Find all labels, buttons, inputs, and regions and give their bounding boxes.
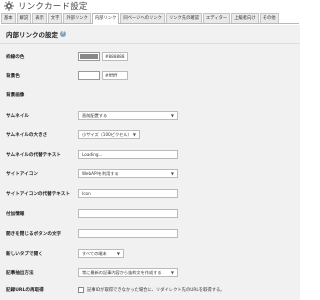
row-close-button-text: 開きを閉じるボタンの文字 [6, 229, 296, 238]
gear-icon [4, 1, 14, 11]
row-site-icon: サイトアイコン WebAPIを利用する ▼ [6, 169, 296, 178]
field-label: サムネイルの代替テキスト [6, 152, 61, 158]
row-background-image: 背景画像 [6, 92, 296, 98]
field-label: 新しいタブで開く [6, 251, 43, 257]
tab-advanced[interactable]: 上級者向け [231, 13, 259, 23]
row-thumbnail-alt-text: サムネイルの代替テキスト Loading... [6, 150, 296, 159]
divider [0, 43, 300, 44]
help-icon[interactable]: ? [60, 31, 66, 37]
tab-link-check[interactable]: リンク先の確認 [165, 13, 203, 23]
row-open-new-tab: 新しいタブで開く すべての端末 ▼ [6, 249, 296, 258]
chevron-down-icon: ▼ [116, 251, 120, 256]
row-thumbnail: サムネイル 直前配置する ▼ [6, 111, 296, 120]
border-color-swatch[interactable] [78, 52, 100, 61]
border-color-input[interactable]: #888888 [102, 52, 128, 61]
record-url-checkbox[interactable] [78, 287, 84, 293]
chevron-down-icon: ▼ [170, 270, 174, 275]
row-excerpt-method: 記事抽出方法 常に最新の記事内容から抜粋文を作成する ▼ [6, 268, 296, 277]
background-color-input[interactable]: #ffffff [102, 71, 128, 80]
field-label: 記事抽出方法 [6, 270, 34, 276]
field-label: 記録URLの再取得 [6, 288, 44, 293]
row-record-url: 記録URLの再取得 記事IDが取得できなかった場合に、リダイレクト先のURLを取… [6, 287, 296, 293]
site-icon-alt-text-input[interactable]: Icon [78, 189, 178, 198]
row-site-icon-alt-text: サイトアイコンの代替テキスト Icon [6, 189, 296, 198]
field-label: サムネイル [6, 113, 29, 119]
title-bar: リンクカード設定 [0, 0, 300, 12]
field-label: 枠線の色 [6, 54, 25, 60]
field-label: サイトアイコンの代替テキスト [6, 191, 70, 197]
tab-external-link[interactable]: 外部リンク [63, 13, 91, 23]
site-icon-select[interactable]: WebAPIを利用する ▼ [78, 169, 178, 178]
field-label: 背景画像 [6, 93, 25, 98]
excerpt-method-select[interactable]: 常に最新の記事内容から抜粋文を作成する ▼ [78, 268, 178, 277]
chevron-down-icon: ▼ [170, 113, 174, 118]
tab-text[interactable]: 文字 [47, 13, 63, 23]
row-thumbnail-size: サムネイルの大きさ 小サイズ（100ピクセル） ▼ [6, 130, 296, 139]
tab-other[interactable]: その他 [259, 13, 279, 23]
row-attached-info: 付加情報 [6, 209, 296, 218]
tab-same-page-link[interactable]: 同ページへのリンク [120, 13, 165, 23]
settings-panel: 内部リンクの設定 ? 枠線の色 #888888 背景色 #ffffff 背景画像… [0, 25, 300, 300]
section-title: 内部リンクの設定 ? [6, 31, 66, 39]
settings-tabs: 基本 解説 表示 文字 外部リンク 内部リンク 同ページへのリンク リンク先の確… [1, 13, 299, 24]
row-border-color: 枠線の色 #888888 [6, 52, 296, 61]
thumbnail-select[interactable]: 直前配置する ▼ [78, 111, 178, 120]
chevron-down-icon: ▼ [132, 132, 136, 137]
row-background-color: 背景色 #ffffff [6, 71, 296, 80]
field-label: サムネイルの大きさ [6, 132, 48, 138]
field-label: 開きを閉じるボタンの文字 [6, 231, 62, 237]
tab-display[interactable]: 表示 [32, 13, 47, 23]
open-new-tab-select[interactable]: すべての端末 ▼ [78, 249, 124, 258]
checkbox-label: 記事IDが取得できなかった場合に、リダイレクト先のURLを取得する。 [87, 288, 225, 293]
tab-basic[interactable]: 基本 [1, 13, 16, 23]
thumbnail-size-select[interactable]: 小サイズ（100ピクセル） ▼ [78, 130, 140, 139]
field-label: 背景色 [6, 73, 20, 79]
page-title: リンクカード設定 [18, 2, 88, 12]
field-label: サイトアイコン [6, 171, 38, 177]
close-button-text-input[interactable] [78, 229, 178, 238]
chevron-down-icon: ▼ [170, 171, 174, 176]
tab-internal-link[interactable]: 内部リンク [91, 13, 120, 24]
tab-explanation[interactable]: 解説 [16, 13, 32, 23]
tab-editor[interactable]: エディター [203, 13, 231, 23]
thumbnail-alt-text-input[interactable]: Loading... [78, 150, 178, 159]
attached-info-input[interactable] [78, 209, 178, 218]
field-label: 付加情報 [6, 211, 25, 217]
background-color-swatch[interactable] [78, 71, 100, 80]
